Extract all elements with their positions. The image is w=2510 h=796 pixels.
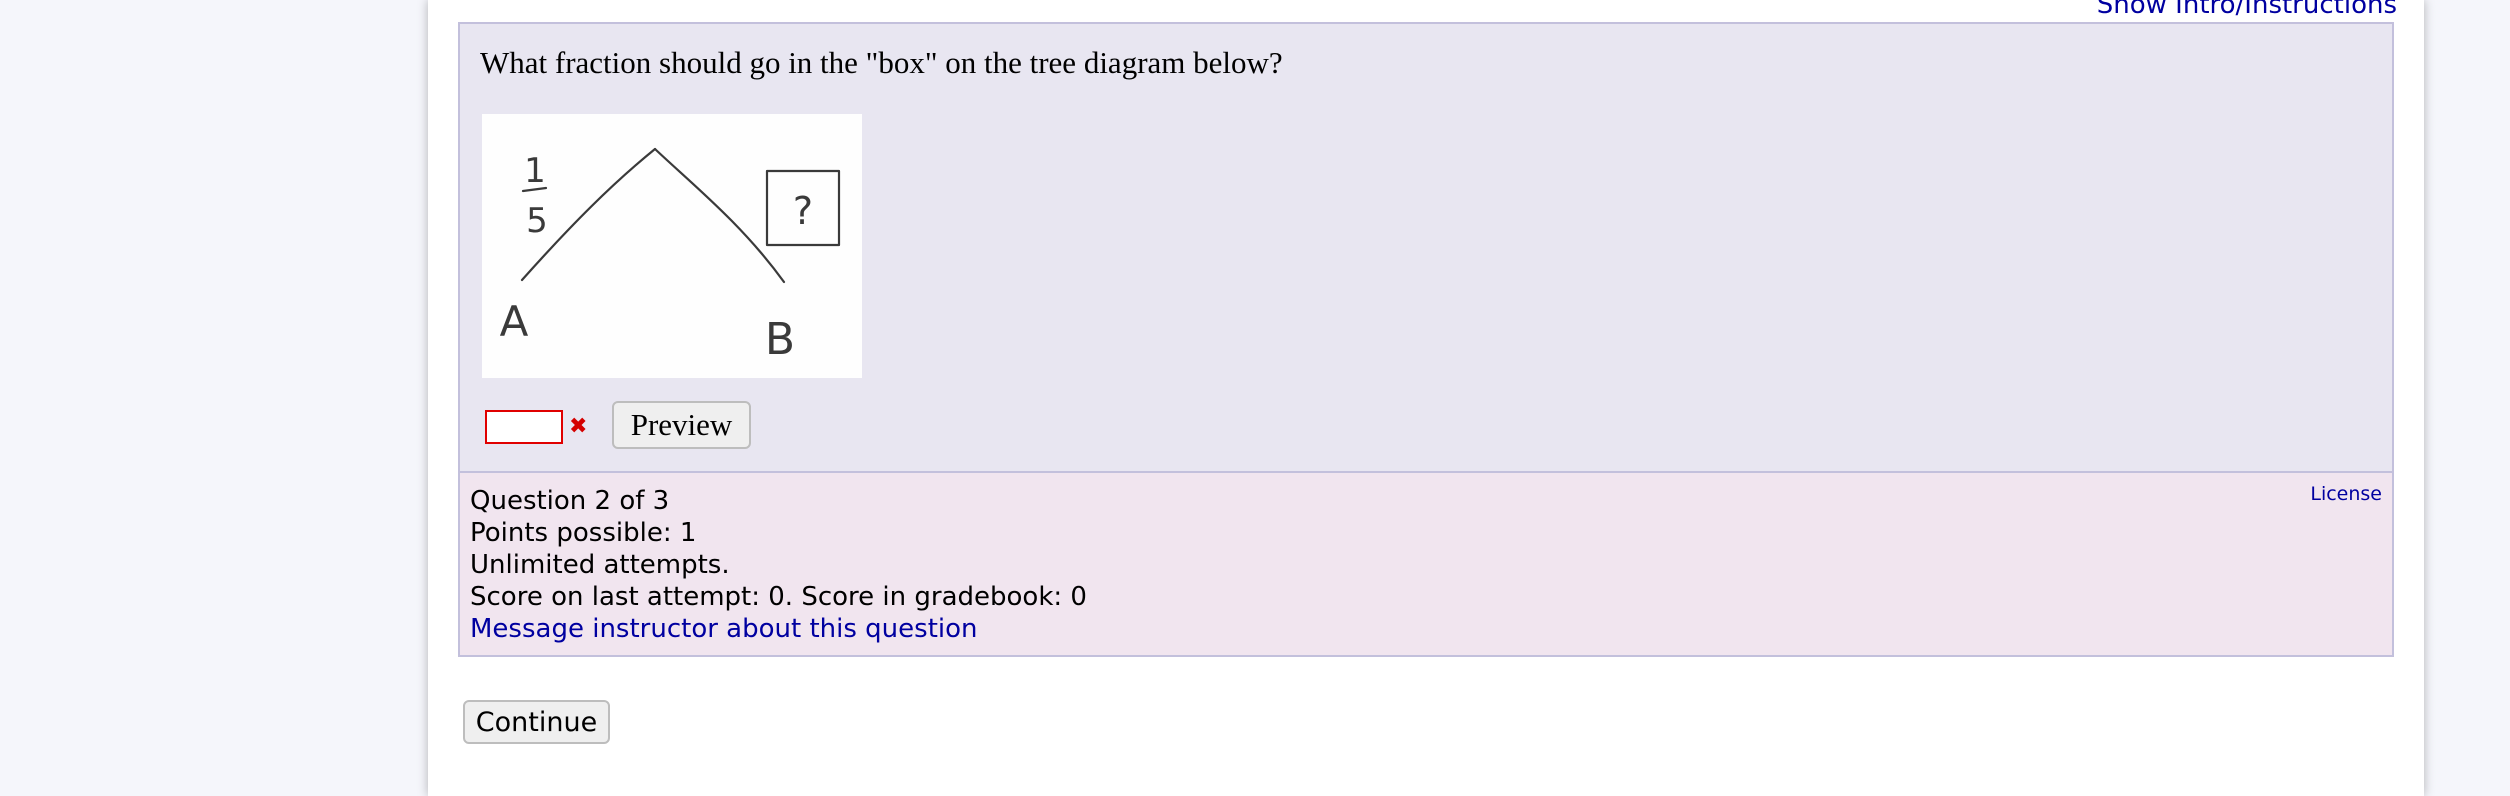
page-container: Show Intro/Instructions What fraction sh… bbox=[428, 0, 2424, 796]
preview-button[interactable]: Preview bbox=[612, 401, 751, 449]
answer-input[interactable] bbox=[485, 410, 563, 444]
node-b-label: B bbox=[765, 314, 795, 365]
points-possible: Points possible: 1 bbox=[470, 518, 697, 548]
fraction-denominator: 5 bbox=[526, 201, 548, 241]
right-branch-line bbox=[653, 147, 786, 284]
question-number: Question 2 of 3 bbox=[470, 486, 670, 516]
continue-button[interactable]: Continue bbox=[463, 700, 610, 744]
question-prompt: What fraction should go in the "box" on … bbox=[480, 45, 1283, 80]
tree-diagram-image: 1 5 ? A B bbox=[482, 114, 862, 378]
question-info-panel: Question 2 of 3 Points possible: 1 Unlim… bbox=[458, 473, 2394, 657]
attempts-info: Unlimited attempts. bbox=[470, 550, 730, 580]
incorrect-x-icon: ✖ bbox=[569, 414, 588, 439]
fraction-numerator: 1 bbox=[524, 151, 546, 191]
license-link[interactable]: License bbox=[2310, 483, 2382, 505]
box-question-mark: ? bbox=[793, 189, 813, 233]
score-info: Score on last attempt: 0. Score in grade… bbox=[470, 582, 1087, 612]
show-intro-link[interactable]: Show Intro/Instructions bbox=[2097, 0, 2397, 18]
tree-diagram-svg: 1 5 ? A B bbox=[500, 147, 841, 365]
message-instructor-link[interactable]: Message instructor about this question bbox=[470, 613, 2382, 645]
node-a-label: A bbox=[500, 297, 529, 346]
question-panel: What fraction should go in the "box" on … bbox=[458, 22, 2394, 473]
